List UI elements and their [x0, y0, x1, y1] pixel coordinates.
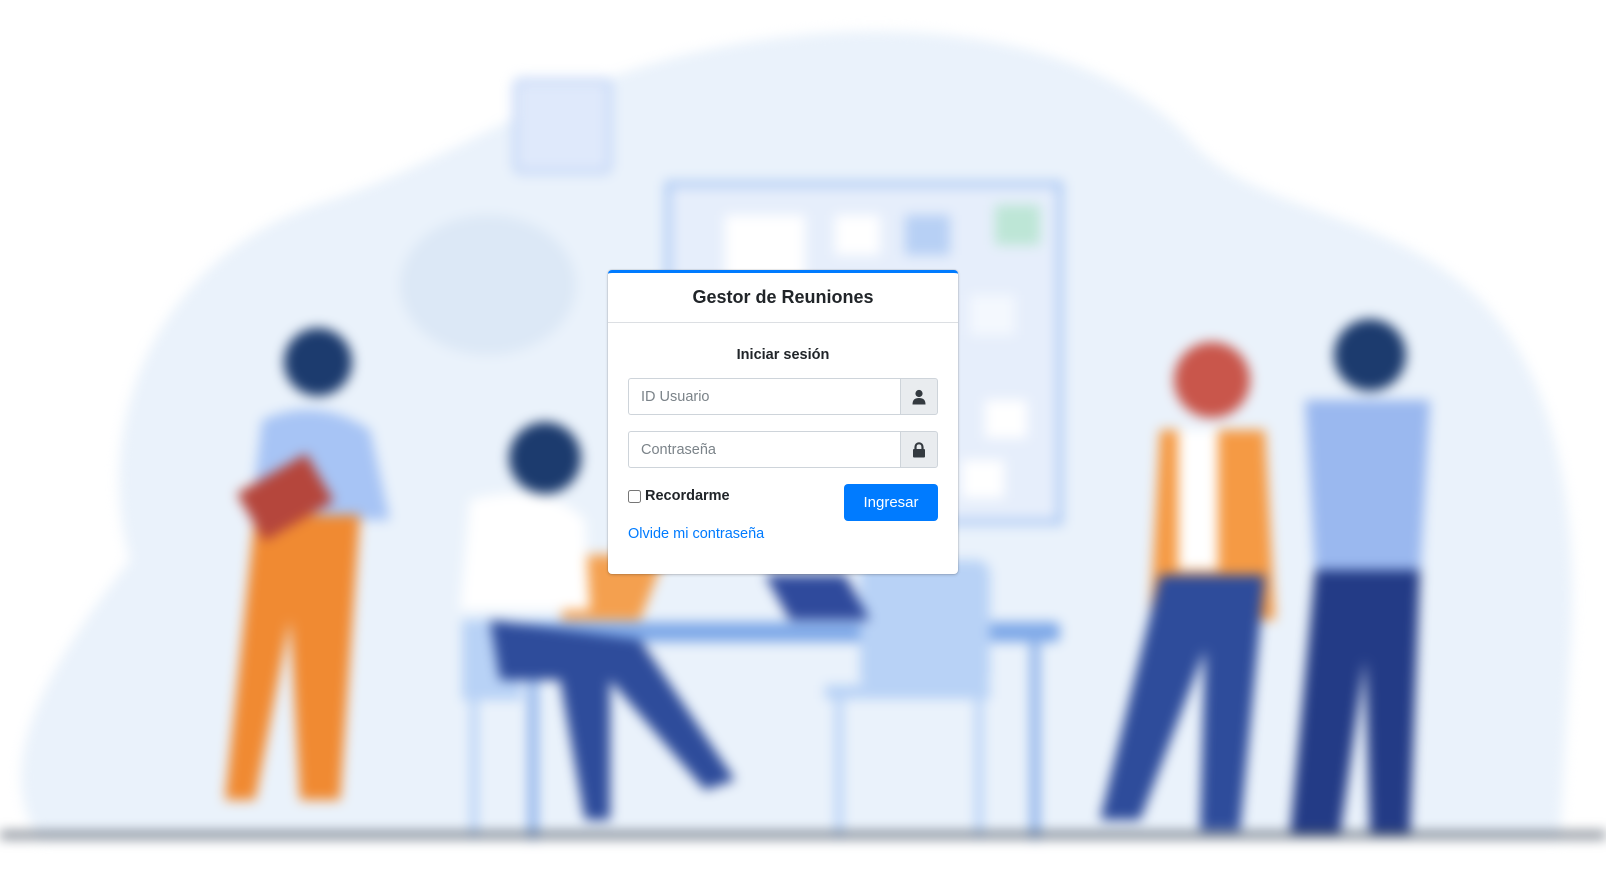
password-input[interactable]: [628, 431, 900, 468]
user-addon: [900, 378, 938, 415]
form-actions: Recordarme Ingresar: [628, 484, 938, 524]
user-input-group: [628, 378, 938, 415]
user-id-input[interactable]: [628, 378, 900, 415]
login-button[interactable]: Ingresar: [844, 484, 938, 521]
login-card: Gestor de Reuniones Iniciar sesión ID Us…: [608, 270, 958, 574]
app-title: Gestor de Reuniones: [692, 287, 874, 307]
card-header: Gestor de Reuniones: [608, 273, 958, 323]
user-icon: [912, 389, 926, 404]
card-body: Iniciar sesión ID Usuario Recordarme Ing…: [608, 347, 958, 543]
speech-bubble: [400, 215, 576, 355]
login-page: Gestor de Reuniones Iniciar sesión ID Us…: [0, 0, 1606, 869]
remember-me[interactable]: Recordarme: [628, 488, 730, 504]
password-input-group: [628, 431, 938, 468]
wall-clock: [513, 78, 612, 174]
lock-icon: [913, 441, 925, 457]
remember-label: Recordarme: [645, 488, 730, 504]
remember-checkbox[interactable]: [628, 489, 641, 503]
forgot-password-link[interactable]: Olvide mi contraseña: [628, 526, 764, 542]
floor-line: [0, 832, 1606, 838]
login-subtitle: Iniciar sesión: [736, 347, 830, 363]
password-addon: [900, 431, 938, 468]
